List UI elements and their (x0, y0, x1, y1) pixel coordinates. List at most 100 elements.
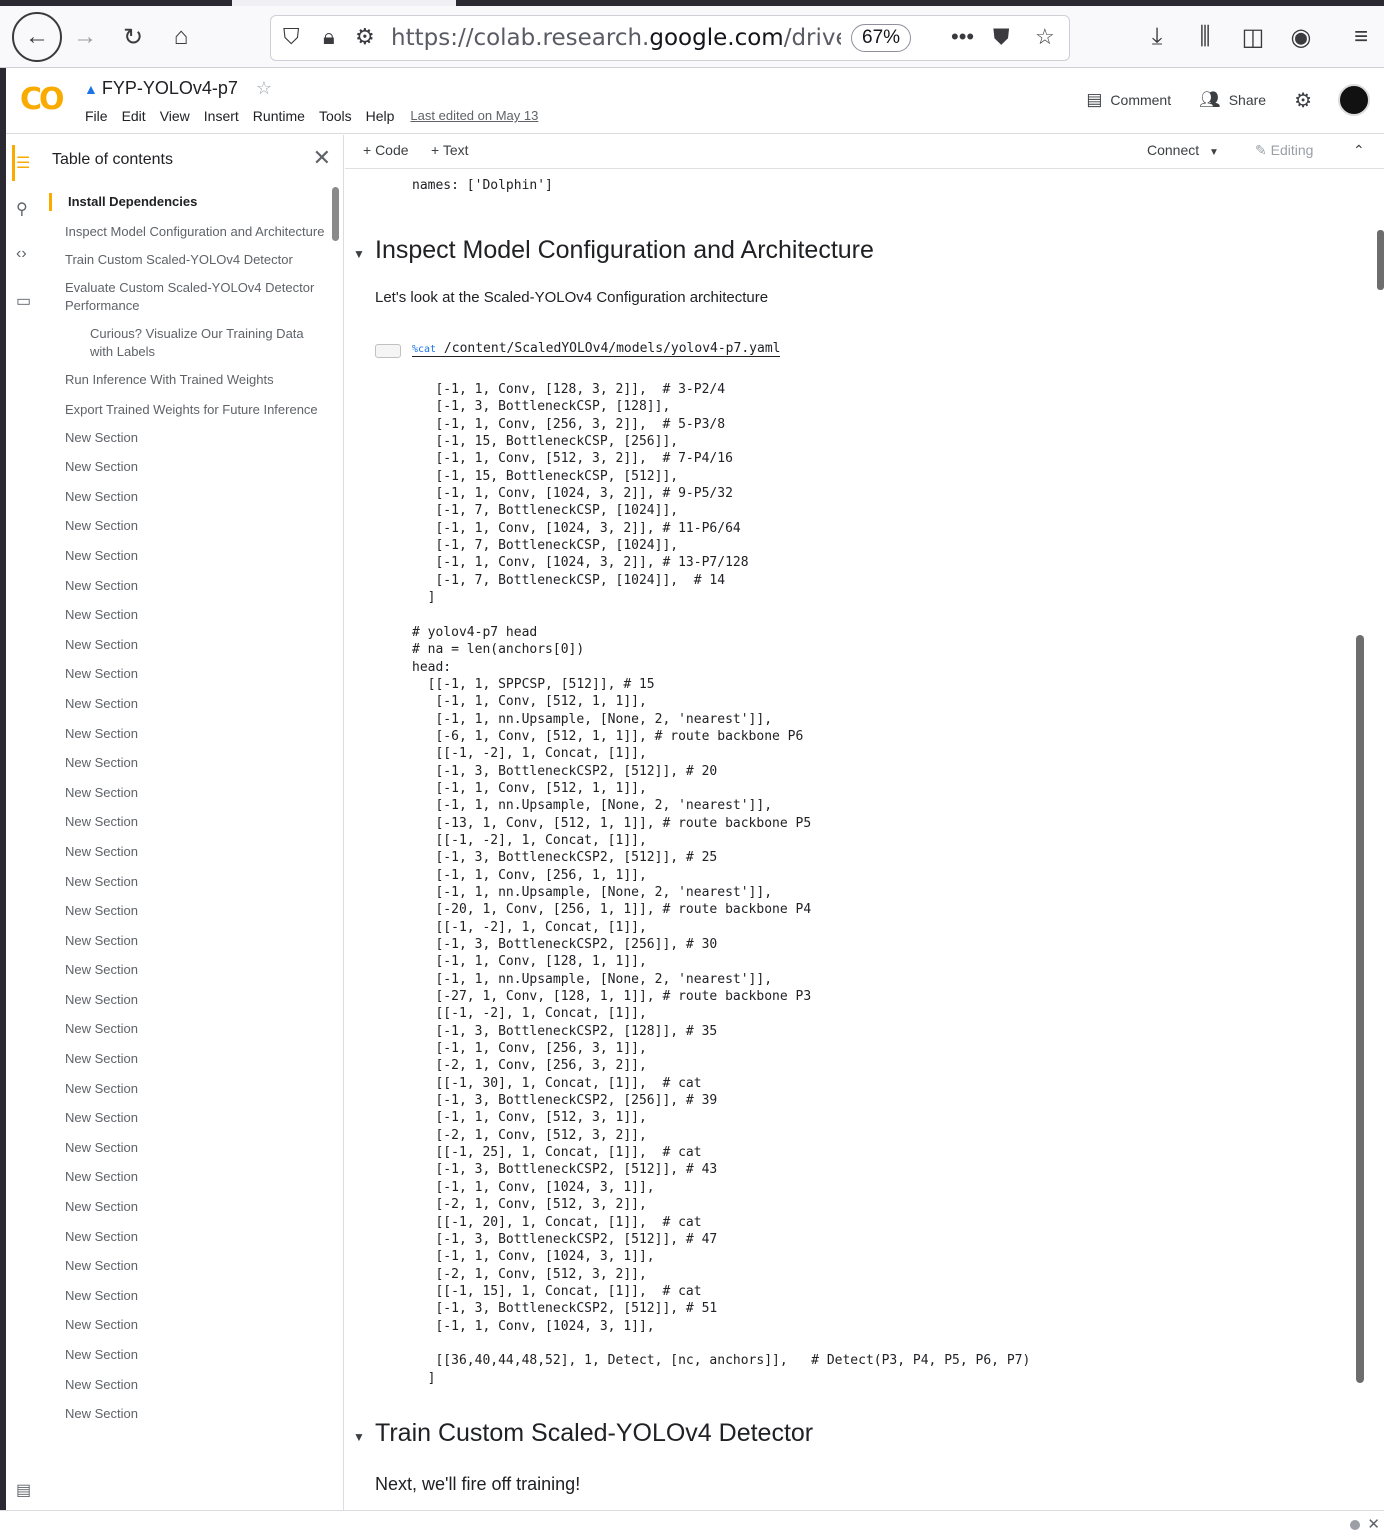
downloads-button[interactable]: ⤓ (1136, 16, 1178, 58)
toc-item[interactable]: New Section (46, 1080, 328, 1098)
status-dot-icon (1350, 1520, 1360, 1530)
toc-item[interactable]: New Section (46, 725, 328, 743)
toc-item[interactable]: New Section (46, 754, 328, 772)
collapse-header-button[interactable]: ⌃ (1353, 142, 1365, 159)
section-text-inspect: Let's look at the Scaled-YOLOv4 Configur… (375, 289, 769, 306)
toc-item[interactable]: New Section (46, 1198, 328, 1216)
collapse-caret-icon[interactable]: ▼ (353, 247, 365, 261)
sidebar-button[interactable]: ◫ (1232, 16, 1274, 58)
toc-item[interactable]: New Section (46, 961, 328, 979)
toc-item[interactable]: New Section (46, 1376, 328, 1394)
lock-icon[interactable]: 🔒︎ (323, 24, 335, 50)
toc-item[interactable]: New Section (46, 547, 328, 565)
permissions-icon[interactable]: ⚙︎ (355, 24, 375, 50)
shield-icon[interactable]: ⛉ (283, 24, 300, 50)
toc-item[interactable]: New Section (46, 1257, 328, 1275)
connect-button[interactable]: Connect ▼ (1147, 142, 1219, 158)
menu-view[interactable]: View (153, 108, 197, 124)
url-bar[interactable]: ⛉ 🔒︎ ⚙︎ https://colab.research.google.co… (270, 15, 1070, 61)
menu-edit[interactable]: Edit (115, 108, 153, 124)
search-icon[interactable]: ⚲ (16, 199, 28, 219)
collapse-caret-icon[interactable]: ▼ (353, 1430, 365, 1444)
toc-item[interactable]: Train Custom Scaled-YOLOv4 Detector (46, 251, 328, 269)
toc-item[interactable]: New Section (46, 1287, 328, 1305)
more-icon[interactable]: ••• (951, 24, 974, 50)
toc-item[interactable]: Inspect Model Configuration and Architec… (46, 223, 328, 241)
colab-logo[interactable]: CO (20, 82, 64, 117)
toc-item[interactable]: New Section (46, 902, 328, 920)
toc-item[interactable]: New Section (46, 695, 328, 713)
toc-item[interactable]: New Section (46, 1346, 328, 1364)
pocket-icon[interactable]: ⛊ (993, 24, 1010, 50)
reload-button[interactable]: ↻ (112, 16, 154, 58)
toc-icon[interactable]: ☰ (16, 153, 30, 173)
toc-item[interactable]: New Section (46, 606, 328, 624)
add-text-button[interactable]: + Text (431, 142, 469, 158)
toc-item[interactable]: New Section (46, 665, 328, 683)
menu-insert[interactable]: Insert (197, 108, 246, 124)
toc-item[interactable]: New Section (46, 577, 328, 595)
toc-item[interactable]: New Section (46, 813, 328, 831)
forward-button[interactable]: → (64, 16, 106, 58)
code-cell-command[interactable]: %cat /content/ScaledYOLOv4/models/yolov4… (412, 341, 781, 357)
toc-item[interactable]: New Section (46, 1139, 328, 1157)
comment-button[interactable]: ▤ Comment (1086, 90, 1171, 110)
toc-item[interactable]: Curious? Visualize Our Training Data wit… (46, 325, 328, 361)
toc-item[interactable]: New Section (46, 458, 328, 476)
close-icon[interactable]: ✕ (1367, 1515, 1380, 1533)
toc-item[interactable]: New Section (46, 1228, 328, 1246)
zoom-indicator[interactable]: 67% (851, 24, 912, 52)
folder-icon[interactable]: ▭ (16, 291, 31, 311)
settings-button[interactable]: ⚙ (1294, 88, 1320, 113)
menu-tools[interactable]: Tools (312, 108, 359, 124)
toc-item[interactable]: New Section (46, 873, 328, 891)
notebook-title[interactable]: ▲ FYP-YOLOv4-p7 ☆ (84, 78, 272, 99)
toc-scrollbar[interactable] (332, 187, 339, 241)
toc-item[interactable]: New Section (46, 784, 328, 802)
close-icon[interactable]: ✕ (313, 145, 331, 171)
section-heading-inspect: Inspect Model Configuration and Architec… (375, 236, 874, 264)
toc-item[interactable]: New Section (46, 517, 328, 535)
library-button[interactable]: ⫼ (1184, 16, 1226, 58)
active-rail-indicator (12, 145, 15, 181)
menu-help[interactable]: Help (359, 108, 402, 124)
notebook-scrollbar[interactable] (1377, 230, 1384, 290)
account-button[interactable]: ◉ (1280, 16, 1322, 58)
toc-item[interactable]: Export Trained Weights for Future Infere… (46, 401, 328, 419)
toc-item[interactable]: New Section (46, 1405, 328, 1423)
toc-item[interactable]: Install Dependencies (49, 193, 328, 211)
run-cell-button[interactable] (375, 344, 401, 358)
toc-item[interactable]: New Section (46, 843, 328, 861)
menu-file[interactable]: File (78, 108, 115, 124)
toc-item[interactable]: Evaluate Custom Scaled-YOLOv4 Detector P… (46, 279, 328, 315)
add-code-button[interactable]: + Code (363, 142, 409, 158)
back-button[interactable]: ← (12, 12, 62, 62)
url-text[interactable]: https://colab.research.google.com/drive/… (391, 25, 841, 51)
terminal-icon[interactable]: ▤ (16, 1480, 31, 1500)
toc-item[interactable]: New Section (46, 1316, 328, 1334)
share-button[interactable]: 👥︎ Share (1199, 90, 1266, 110)
notebook-title-text[interactable]: FYP-YOLOv4-p7 (102, 78, 238, 98)
menu-button[interactable]: ≡ (1340, 16, 1382, 58)
toc-item[interactable]: New Section (46, 1109, 328, 1127)
code-snippets-icon[interactable]: ‹› (16, 245, 27, 263)
bookmark-star-icon[interactable]: ☆ (1035, 24, 1055, 50)
menu-runtime[interactable]: Runtime (246, 108, 312, 124)
toc-item[interactable]: New Section (46, 1050, 328, 1068)
toc-item[interactable]: New Section (46, 1168, 328, 1186)
star-icon[interactable]: ☆ (256, 78, 272, 98)
toc-item[interactable]: New Section (46, 1020, 328, 1038)
output-scrollbar[interactable] (1356, 635, 1364, 1383)
avatar[interactable] (1338, 84, 1370, 116)
comment-icon: ▤ (1086, 90, 1103, 109)
editing-mode-button[interactable]: ✎ Editing (1255, 142, 1313, 159)
section-heading-train: Train Custom Scaled-YOLOv4 Detector (375, 1419, 814, 1447)
toc-item[interactable]: New Section (46, 932, 328, 950)
toc-item[interactable]: New Section (46, 429, 328, 447)
toc-item[interactable]: Run Inference With Trained Weights (46, 371, 328, 389)
toc-item[interactable]: New Section (46, 636, 328, 654)
last-edited-link[interactable]: Last edited on May 13 (403, 108, 545, 124)
toc-item[interactable]: New Section (46, 991, 328, 1009)
toc-item[interactable]: New Section (46, 488, 328, 506)
home-button[interactable]: ⌂ (160, 16, 202, 58)
